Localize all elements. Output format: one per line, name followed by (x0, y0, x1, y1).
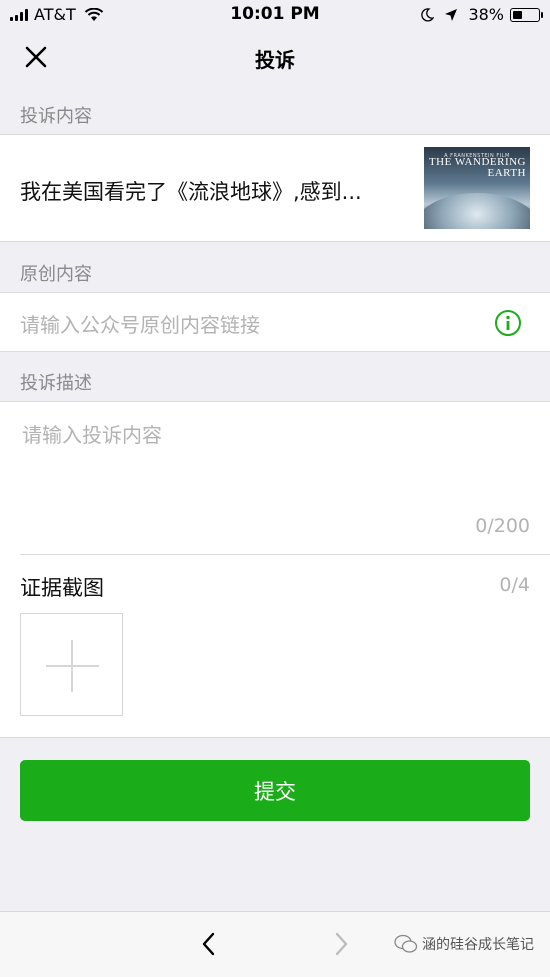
status-bar: AT&T 10:01 PM 38% (0, 0, 550, 28)
watermark: 涵的硅谷成长笔记 (394, 934, 534, 954)
divider (0, 351, 550, 352)
info-icon[interactable] (494, 309, 522, 337)
submit-button[interactable]: 提交 (20, 760, 530, 821)
browser-toolbar: 涵的硅谷成长笔记 (0, 911, 550, 977)
divider (0, 737, 550, 738)
evidence-label: 证据截图 (20, 576, 104, 600)
description-textarea[interactable]: 请输入投诉内容 (22, 419, 162, 448)
article-title: 我在美国看完了《流浪地球》,感到... (20, 180, 362, 204)
complaint-content-label: 投诉内容 (20, 106, 92, 127)
battery-icon (510, 7, 543, 22)
page-title: 投诉 (255, 48, 295, 72)
description-label: 投诉描述 (20, 373, 92, 394)
evidence-counter: 0/4 (499, 574, 530, 596)
original-content-label: 原创内容 (20, 264, 92, 285)
wechat-icon (394, 934, 418, 953)
description-char-counter: 0/200 (475, 515, 530, 537)
thumbnail-title-line2: EARTH (487, 167, 526, 179)
chevron-left-icon[interactable] (196, 930, 222, 958)
divider (20, 554, 550, 555)
article-thumbnail: A FRANKENSTEIN FILM THE WANDERING EARTH (424, 147, 530, 229)
add-screenshot-button[interactable] (20, 613, 123, 716)
battery-percent: 38% (468, 5, 504, 24)
chevron-right-icon[interactable] (328, 930, 354, 958)
divider (0, 241, 550, 242)
moon-icon (421, 7, 435, 22)
watermark-text: 涵的硅谷成长笔记 (422, 937, 534, 953)
nav-bar: 投诉 (0, 28, 550, 84)
original-link-input[interactable]: 请输入公众号原创内容链接 (20, 309, 260, 338)
location-arrow-icon (445, 8, 458, 21)
